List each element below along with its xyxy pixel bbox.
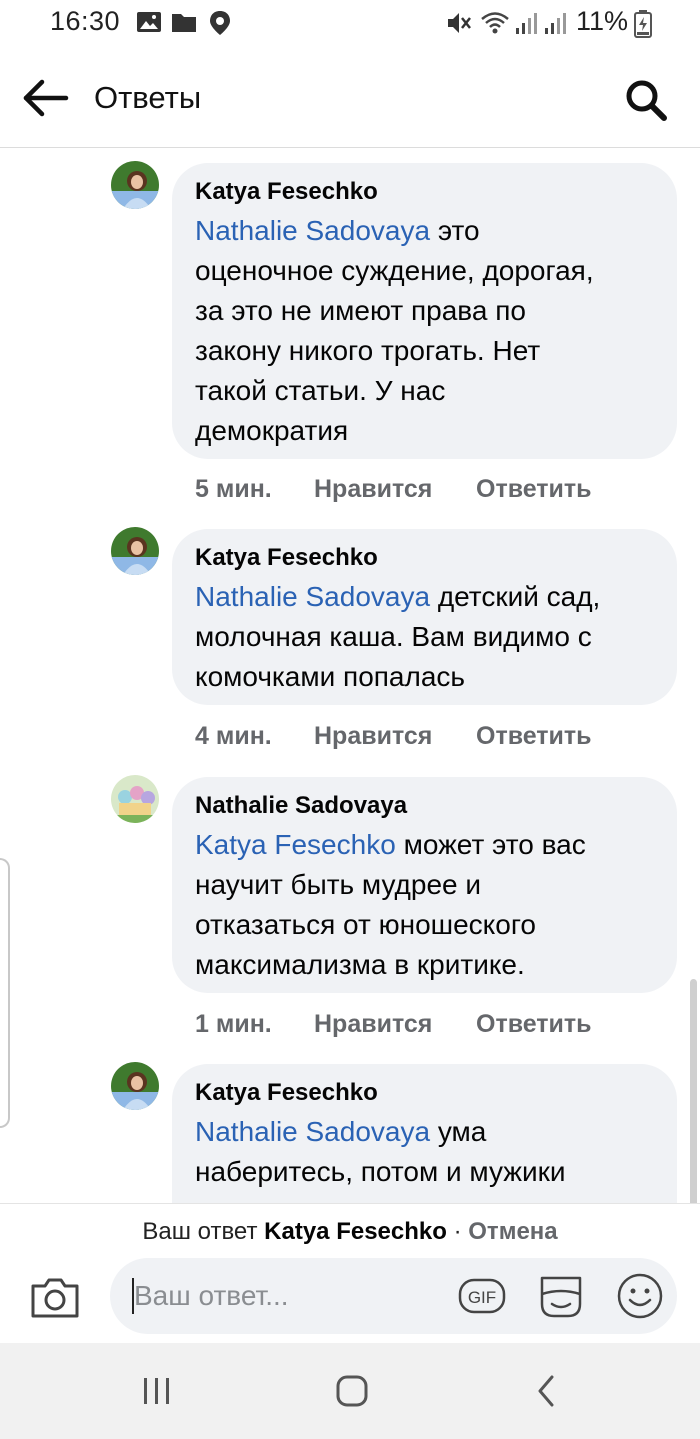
avatar-photo <box>111 161 159 209</box>
comment-text-line: комочками попалась <box>195 661 466 692</box>
avatar[interactable] <box>111 1062 159 1110</box>
comment-text-line: такой статьи. У нас <box>195 375 446 406</box>
comment-time: 5 мин. <box>195 475 272 503</box>
comment-text-line: может это вас <box>403 829 586 860</box>
status-time: 16:30 <box>50 6 121 36</box>
camera-icon[interactable] <box>30 1276 80 1320</box>
mention-link[interactable]: Katya Fesechko <box>195 829 396 860</box>
back-icon[interactable] <box>528 1371 568 1411</box>
comment-meta: 5 мин. Нравится Ответить <box>195 475 592 504</box>
avatar-photo <box>111 527 159 575</box>
comment-text-line: молочная каша. Вам видимо с <box>195 621 592 652</box>
comment-text-line: ума <box>437 1116 487 1147</box>
mention-link[interactable]: Nathalie Sadovaya <box>195 1116 430 1147</box>
like-button[interactable]: Нравится <box>314 475 476 504</box>
avatar-photo <box>111 775 159 823</box>
comment-text: Nathalie Sadovaya ума наберитесь, потом … <box>195 1112 655 1192</box>
wifi-icon <box>481 12 509 34</box>
comment-bubble[interactable]: Katya Fesechko Nathalie Sadovaya ума наб… <box>172 1064 677 1203</box>
comment-text-line: наберитесь, потом и мужики <box>195 1156 566 1187</box>
comment-text-line: максимализма в критике. <box>195 949 525 980</box>
battery-level: 11% <box>576 6 629 36</box>
comment-text-line: отказаться от юношеского <box>195 909 536 940</box>
comment-bubble[interactable]: Katya Fesechko Nathalie Sadovaya детский… <box>172 529 677 705</box>
avatar-photo <box>111 1062 159 1110</box>
avatar[interactable] <box>111 161 159 209</box>
comment-author[interactable]: Katya Fesechko <box>195 177 655 207</box>
folder-icon <box>172 14 196 32</box>
back-arrow-icon[interactable] <box>22 78 70 118</box>
comment-text: Nathalie Sadovaya это оценочное суждение… <box>195 211 655 451</box>
reply-target-name: Katya Fesechko <box>264 1218 447 1245</box>
avatar[interactable] <box>111 775 159 823</box>
comment-time: 4 мин. <box>195 722 272 750</box>
reply-button[interactable]: Ответить <box>476 1010 592 1039</box>
comment-text-line: за это не имеют права по <box>195 295 526 326</box>
comment-text-line: детский сад, <box>437 581 601 612</box>
edge-panel-handle[interactable] <box>0 858 10 1128</box>
reply-separator: · <box>453 1218 462 1245</box>
comment-author[interactable]: Nathalie Sadovaya <box>195 791 655 821</box>
avatar[interactable] <box>111 527 159 575</box>
status-bar: 16:30 11% <box>0 0 700 48</box>
recent-apps-icon[interactable] <box>137 1371 177 1411</box>
comment-time: 1 мин. <box>195 1010 272 1038</box>
home-icon[interactable] <box>332 1371 372 1411</box>
comment-author[interactable]: Katya Fesechko <box>195 543 655 573</box>
location-icon <box>210 11 230 35</box>
scrollbar[interactable] <box>690 979 697 1203</box>
system-nav-bar <box>0 1343 700 1439</box>
reply-input-box[interactable]: GIF <box>110 1258 677 1334</box>
search-icon[interactable] <box>624 78 668 122</box>
reply-prefix: Ваш ответ <box>142 1218 258 1245</box>
sticker-icon[interactable] <box>536 1272 586 1322</box>
mention-link[interactable]: Nathalie Sadovaya <box>195 215 430 246</box>
comment-text: Nathalie Sadovaya детский сад, молочная … <box>195 577 655 697</box>
gif-label: GIF <box>468 1288 496 1307</box>
comment-bubble[interactable]: Katya Fesechko Nathalie Sadovaya это оце… <box>172 163 677 459</box>
mention-link[interactable]: Nathalie Sadovaya <box>195 581 430 612</box>
like-button[interactable]: Нравится <box>314 1010 476 1039</box>
comment-text: Katya Fesechko может это вас научит быть… <box>195 825 655 985</box>
comment-text-line: закону никого трогать. Нет <box>195 335 541 366</box>
comment-text-line: оценочное суждение, дорогая, <box>195 255 594 286</box>
comment-meta: 4 мин. Нравится Ответить <box>195 722 592 751</box>
reply-button[interactable]: Ответить <box>476 722 592 751</box>
comment-author[interactable]: Katya Fesechko <box>195 1078 655 1108</box>
comment-bubble[interactable]: Nathalie Sadovaya Katya Fesechko может э… <box>172 777 677 993</box>
comment-list[interactable]: Katya Fesechko Nathalie Sadovaya это оце… <box>0 149 700 1203</box>
gif-button[interactable]: GIF <box>458 1276 506 1316</box>
reply-target: Ваш ответ Katya Fesechko · Отмена <box>0 1218 700 1246</box>
battery-icon <box>634 10 652 38</box>
reply-composer: Ваш ответ Katya Fesechko · Отмена GIF <box>0 1203 700 1343</box>
reply-input[interactable] <box>134 1276 444 1316</box>
like-button[interactable]: Нравится <box>314 722 476 751</box>
gif-icon: GIF <box>458 1278 506 1314</box>
comment-meta: 1 мин. Нравится Ответить <box>195 1010 592 1039</box>
image-icon <box>137 12 161 32</box>
comment-text-line: научит быть мудрее и <box>195 869 482 900</box>
signal-icon <box>545 13 566 34</box>
comment-text-line: демократия <box>195 415 349 446</box>
emoji-icon[interactable] <box>616 1272 664 1320</box>
reply-button[interactable]: Ответить <box>476 475 592 504</box>
cancel-reply-button[interactable]: Отмена <box>468 1218 557 1245</box>
signal-icon <box>516 13 537 34</box>
page-title: Ответы <box>94 80 202 115</box>
app-header: Ответы <box>0 48 700 148</box>
mute-icon <box>448 13 471 33</box>
comment-text-line: это <box>437 215 480 246</box>
